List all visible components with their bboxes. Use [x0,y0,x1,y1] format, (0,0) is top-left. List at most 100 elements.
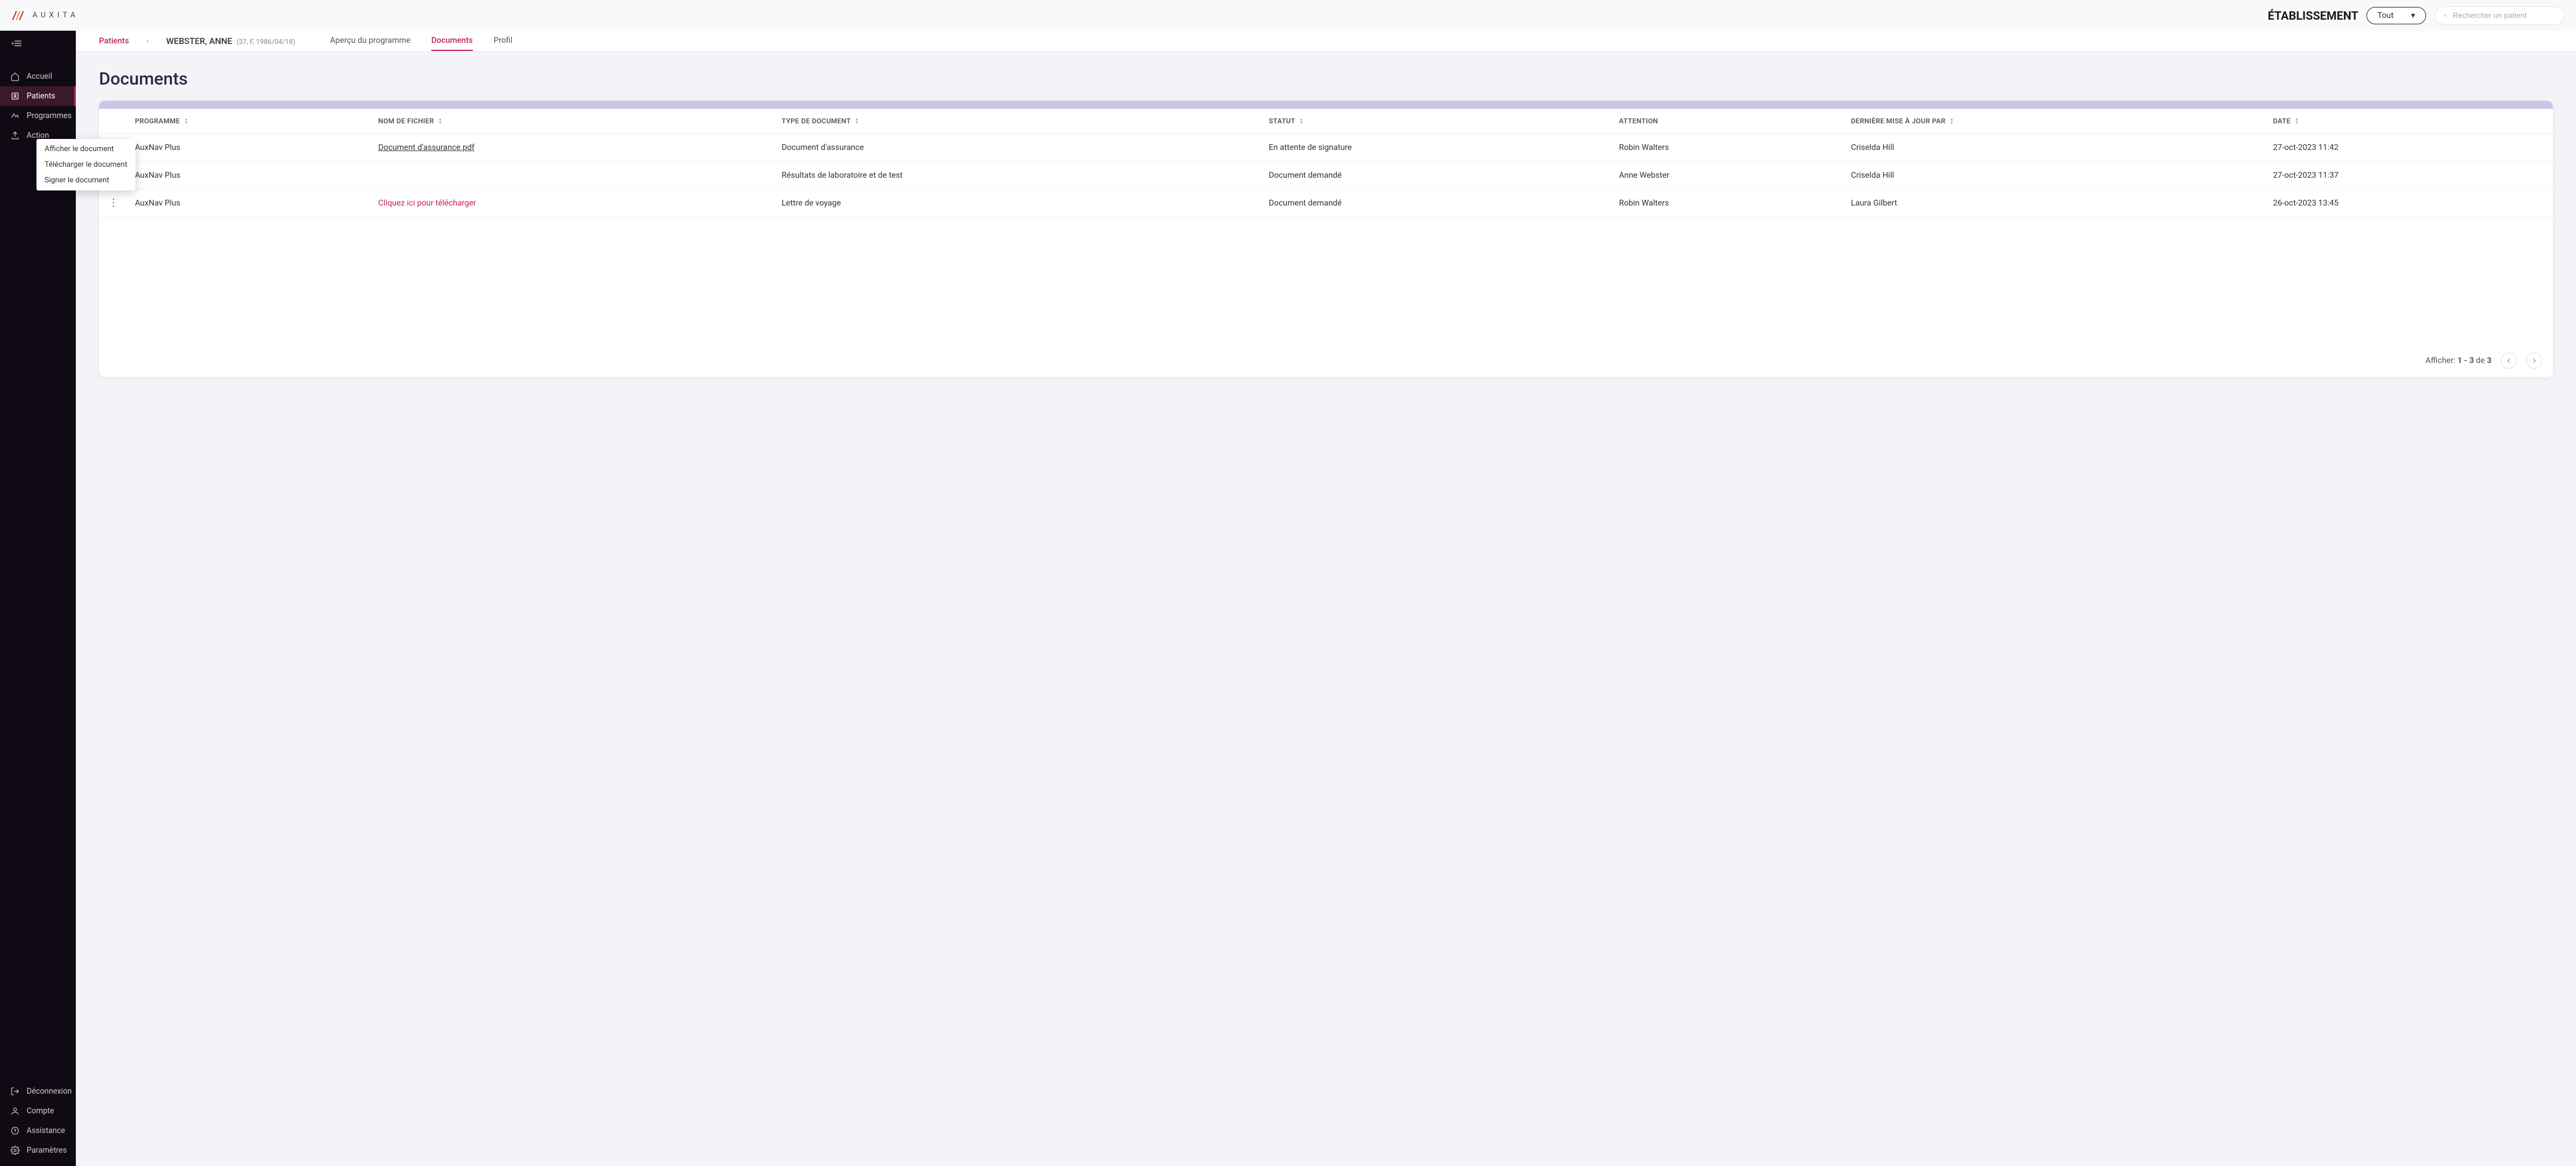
gear-icon [10,1146,20,1155]
menu-download-document[interactable]: Télécharger le document [36,157,135,173]
chevron-down-icon: ▾ [2411,11,2415,20]
cell-programme: AuxNav Plus [128,134,371,162]
cell-doctype: Document d'assurance [775,134,1262,162]
table-row: ⋮AuxNav PlusCliquez ici pour télécharger… [99,189,2553,217]
search-icon [2444,11,2447,20]
col-status[interactable]: STATUT ▲▼ [1262,109,1612,134]
nav-label: Compte [27,1106,54,1116]
nav-label: Assistance [27,1126,65,1135]
nav-compte[interactable]: Compte [0,1101,76,1121]
nav-label: Accueil [27,72,52,81]
nav-programmes[interactable]: Programmes [0,106,76,126]
etablissement-label: ÉTABLISSEMENT [2267,9,2358,23]
chevron-right-icon: › [146,36,149,46]
nav-label: Patients [27,91,56,101]
sort-icon: ▲▼ [1950,118,1954,124]
file-upload-link[interactable]: Cliquez ici pour télécharger [378,199,476,208]
menu-view-document[interactable]: Afficher le document [36,141,135,157]
arrow-right-icon [2530,357,2538,365]
nav-label: Programmes [27,111,72,120]
card-accent-bar [99,101,2553,109]
nav-label: Paramètres [27,1146,67,1155]
nav-accueil[interactable]: Accueil [0,67,76,86]
cell-attention: Robin Walters [1612,134,1844,162]
brand-logo: AUXITA [12,10,79,21]
documents-card: PROGRAMME ▲▼ NOM DE FICHIER ▲▼ TYPE DE D… [99,101,2553,377]
row-actions-cell: ⋮ [99,189,128,217]
search-input[interactable] [2453,11,2555,20]
account-icon [10,1106,20,1116]
sort-icon: ▲▼ [1300,118,1304,124]
sort-icon: ▲▼ [855,118,859,124]
next-page-button[interactable] [2526,353,2542,369]
cell-date: 27-oct-2023 11:42 [2266,134,2553,162]
col-programme[interactable]: PROGRAMME ▲▼ [128,109,371,134]
col-filename[interactable]: NOM DE FICHIER ▲▼ [371,109,775,134]
cell-updated-by: Laura Gilbert [1844,189,2266,217]
table-row: ⋮AuxNav PlusDocument d'assurance.pdfDocu… [99,134,2553,162]
cell-doctype: Lettre de voyage [775,189,1262,217]
row-context-menu: Afficher le document Télécharger le docu… [36,139,135,190]
documents-table: PROGRAMME ▲▼ NOM DE FICHIER ▲▼ TYPE DE D… [99,109,2553,217]
sidebar: Accueil Patients Programmes Action Décon… [0,31,76,1166]
logout-icon [10,1087,20,1096]
nav-parametres[interactable]: Paramètres [0,1141,76,1160]
nav-bottom-group: Déconnexion Compte Assistance Paramètres [0,1081,76,1166]
row-menu-button[interactable]: ⋮ [108,197,119,209]
tab-overview[interactable]: Aperçu du programme [330,31,410,51]
col-attention: ATTENTION [1612,109,1844,134]
sort-icon: ▲▼ [2295,118,2299,124]
cell-filename: Document d'assurance.pdf [371,134,775,162]
col-doctype[interactable]: TYPE DE DOCUMENT ▲▼ [775,109,1262,134]
sort-icon: ▲▼ [438,118,442,124]
nav-patients[interactable]: Patients [0,86,76,106]
table-row: ⋮AuxNav PlusRésultats de laboratoire et … [99,162,2553,189]
file-download-link[interactable]: Document d'assurance.pdf [378,143,474,152]
breadcrumb-bar: Patients › WEBSTER, ANNE (37, F, 1986/04… [76,31,2576,52]
cell-filename: Cliquez ici pour télécharger [371,189,775,217]
auxita-logo-icon [12,10,27,21]
cell-updated-by: Criselda Hill [1844,162,2266,189]
prev-page-button[interactable] [2501,353,2517,369]
cell-date: 26-oct-2023 13:45 [2266,189,2553,217]
col-updated-by[interactable]: DERNIÈRE MISE À JOUR PAR ▲▼ [1844,109,2266,134]
pagination-label: Afficher: 1 - 3 de 3 [2425,356,2491,365]
cell-attention: Robin Walters [1612,189,1844,217]
cell-programme: AuxNav Plus [128,162,371,189]
col-actions [99,109,128,134]
pagination-footer: Afficher: 1 - 3 de 3 [99,344,2553,377]
nav-label: Déconnexion [27,1087,72,1096]
programmes-icon [10,111,20,120]
patient-name: WEBSTER, ANNE [166,36,232,46]
cell-status: Document demandé [1262,189,1612,217]
patients-icon [10,91,20,101]
cell-status: Document demandé [1262,162,1612,189]
patient-meta: (37, F, 1986/04/18) [237,38,296,46]
nav-deconnexion[interactable]: Déconnexion [0,1081,76,1101]
main-content: Documents PROGRAMME ▲▼ NOM DE FICHIER ▲▼… [76,52,2576,394]
tab-profile[interactable]: Profil [494,31,513,51]
cell-status: En attente de signature [1262,134,1612,162]
patient-search-box[interactable] [2434,6,2564,25]
cell-updated-by: Criselda Hill [1844,134,2266,162]
breadcrumb-root[interactable]: Patients [99,36,129,46]
tab-documents[interactable]: Documents [431,31,473,51]
brand-text: AUXITA [32,11,79,20]
page-title: Documents [99,69,2553,89]
sidebar-collapse-button[interactable] [0,31,76,58]
breadcrumb-patient: WEBSTER, ANNE (37, F, 1986/04/18) [166,36,295,46]
filter-value: Tout [2377,11,2394,20]
cell-date: 27-oct-2023 11:37 [2266,162,2553,189]
patient-subtabs: Aperçu du programme Documents Profil [330,31,512,51]
top-header: AUXITA ÉTABLISSEMENT Tout ▾ [0,0,2576,31]
cell-filename [371,162,775,189]
arrow-left-icon [2505,357,2513,365]
nav-assistance[interactable]: Assistance [0,1121,76,1141]
col-date[interactable]: DATE ▲▼ [2266,109,2553,134]
collapse-icon [12,40,22,47]
nav-main-group: Accueil Patients Programmes Action [0,58,76,1081]
upload-icon [10,131,20,140]
menu-sign-document[interactable]: Signer le document [36,173,135,188]
cell-attention: Anne Webster [1612,162,1844,189]
facility-filter-dropdown[interactable]: Tout ▾ [2366,7,2426,24]
